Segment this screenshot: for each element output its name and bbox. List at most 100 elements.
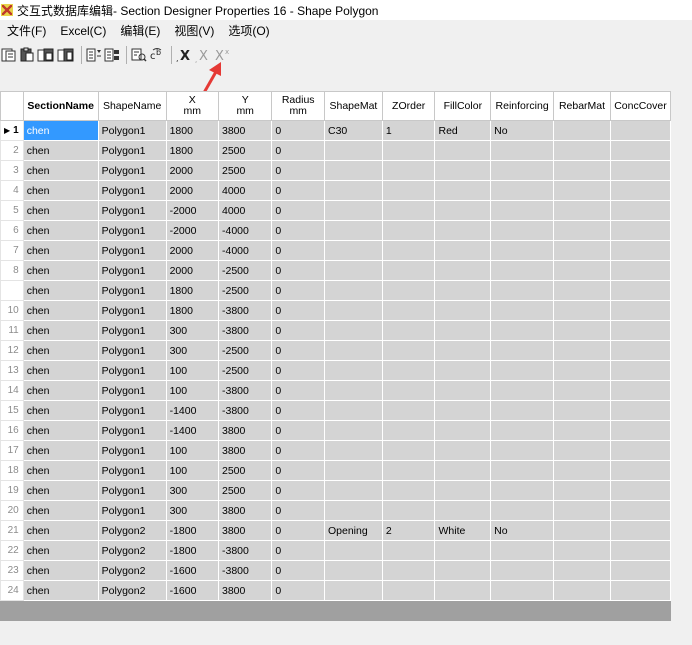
cell-x[interactable]: 100	[165, 440, 220, 461]
cell-fillcolor[interactable]	[434, 320, 492, 341]
cell-conccover[interactable]	[609, 300, 672, 321]
cell-shapemat[interactable]	[323, 260, 383, 281]
cell-fillcolor[interactable]	[434, 480, 492, 501]
cell-conccover[interactable]	[609, 580, 672, 601]
cell-rebarmat[interactable]	[553, 560, 611, 581]
cell-fillcolor[interactable]	[434, 180, 492, 201]
cell-zorder[interactable]	[381, 560, 436, 581]
cell-sectionname[interactable]: chen	[22, 300, 99, 321]
cell-fillcolor[interactable]	[434, 220, 492, 241]
cell-conccover[interactable]	[609, 380, 672, 401]
row-header[interactable]: 14	[0, 380, 24, 401]
row-header[interactable]: 13	[0, 360, 24, 381]
cell-shapemat[interactable]	[323, 300, 383, 321]
cell-y[interactable]: 4000	[217, 180, 273, 201]
cell-zorder[interactable]	[381, 340, 436, 361]
cell-shapename[interactable]: Polygon1	[97, 440, 167, 461]
cell-radius[interactable]: 0	[271, 560, 325, 581]
cell-conccover[interactable]	[609, 200, 672, 221]
row-header[interactable]: 18	[0, 460, 24, 481]
cell-rebarmat[interactable]	[553, 480, 611, 501]
cell-shapename[interactable]: Polygon1	[97, 360, 167, 381]
cell-shapename[interactable]: Polygon1	[97, 380, 167, 401]
cell-y[interactable]: 3800	[217, 520, 273, 541]
cell-sectionname[interactable]: chen	[22, 460, 99, 481]
cell-y[interactable]: 2500	[217, 480, 273, 501]
cell-y[interactable]: -3800	[217, 320, 273, 341]
table-row[interactable]: 18 chen Polygon1 100 2500 0	[0, 460, 672, 481]
row-header[interactable]: 7	[0, 240, 24, 261]
cell-fillcolor[interactable]: Red	[434, 120, 492, 141]
cell-x[interactable]: 1800	[165, 280, 220, 301]
cell-conccover[interactable]	[609, 480, 672, 501]
cell-conccover[interactable]	[609, 500, 672, 521]
cell-radius[interactable]: 0	[271, 280, 325, 301]
cell-shapename[interactable]: Polygon1	[97, 160, 167, 181]
row-header[interactable]: 2	[0, 140, 24, 161]
cell-x[interactable]: 100	[165, 380, 220, 401]
replace-icon[interactable]: cb	[149, 45, 165, 65]
paste-append-icon[interactable]	[37, 45, 55, 65]
cell-shapemat[interactable]	[323, 460, 383, 481]
cell-reinforcing[interactable]	[490, 280, 555, 301]
cell-fillcolor[interactable]	[434, 140, 492, 161]
cell-y[interactable]: 3800	[217, 580, 273, 601]
cell-radius[interactable]: 0	[271, 360, 325, 381]
cell-conccover[interactable]	[609, 240, 672, 261]
row-header[interactable]: 22	[0, 540, 24, 561]
table-row[interactable]: 12 chen Polygon1 300 -2500 0	[0, 340, 672, 361]
cell-radius[interactable]: 0	[271, 460, 325, 481]
cell-radius[interactable]: 0	[271, 300, 325, 321]
row-header[interactable]: 8	[0, 260, 24, 281]
table-row[interactable]: 17 chen Polygon1 100 3800 0	[0, 440, 672, 461]
cell-sectionname[interactable]: chen	[22, 500, 99, 521]
cell-rebarmat[interactable]	[553, 120, 611, 141]
cell-sectionname[interactable]: chen	[22, 520, 99, 541]
cell-reinforcing[interactable]	[490, 180, 555, 201]
cell-shapemat[interactable]	[323, 500, 383, 521]
cell-reinforcing[interactable]	[490, 360, 555, 381]
cell-sectionname[interactable]: chen	[22, 160, 99, 181]
cell-reinforcing[interactable]	[490, 220, 555, 241]
cell-shapemat[interactable]	[323, 580, 383, 601]
table-row[interactable]: 22 chen Polygon2 -1800 -3800 0	[0, 540, 672, 561]
cell-radius[interactable]: 0	[271, 120, 325, 141]
cell-conccover[interactable]	[609, 260, 672, 281]
row-header[interactable]: ▶ 1	[0, 120, 24, 141]
cell-x[interactable]: 2000	[165, 160, 220, 181]
row-header[interactable]: 3	[0, 160, 24, 181]
corner-cell[interactable]	[0, 91, 24, 121]
cell-fillcolor[interactable]	[434, 160, 492, 181]
cell-x[interactable]: 100	[165, 360, 220, 381]
cell-reinforcing[interactable]	[490, 480, 555, 501]
cell-rebarmat[interactable]	[553, 140, 611, 161]
cell-shapemat[interactable]	[323, 220, 383, 241]
row-header[interactable]: 16	[0, 420, 24, 441]
menu-excel[interactable]: Excel(C)	[53, 24, 113, 38]
cell-rebarmat[interactable]	[553, 440, 611, 461]
cell-shapename[interactable]: Polygon2	[97, 580, 167, 601]
cell-shapemat[interactable]	[323, 280, 383, 301]
menu-edit[interactable]: 编辑(E)	[113, 22, 167, 39]
cell-shapename[interactable]: Polygon1	[97, 320, 167, 341]
cell-sectionname[interactable]: chen	[22, 380, 99, 401]
cell-rebarmat[interactable]	[553, 580, 611, 601]
row-header[interactable]: 19	[0, 480, 24, 501]
cell-y[interactable]: -4000	[217, 240, 273, 261]
cell-sectionname[interactable]: chen	[22, 140, 99, 161]
cell-zorder[interactable]	[381, 380, 436, 401]
cell-x[interactable]: -1600	[165, 580, 220, 601]
cell-zorder[interactable]	[381, 440, 436, 461]
row-header[interactable]: 11	[0, 320, 24, 341]
table-row[interactable]: 10 chen Polygon1 1800 -3800 0	[0, 300, 672, 321]
cell-zorder[interactable]	[381, 280, 436, 301]
cell-x[interactable]: 2000	[165, 240, 220, 261]
cell-radius[interactable]: 0	[271, 400, 325, 421]
cell-x[interactable]: 300	[165, 340, 220, 361]
cell-reinforcing[interactable]	[490, 560, 555, 581]
cell-shapemat[interactable]	[323, 160, 383, 181]
cell-y[interactable]: 3800	[217, 420, 273, 441]
cell-conccover[interactable]	[609, 180, 672, 201]
cell-reinforcing[interactable]	[490, 460, 555, 481]
cell-sectionname[interactable]: chen	[22, 120, 99, 141]
